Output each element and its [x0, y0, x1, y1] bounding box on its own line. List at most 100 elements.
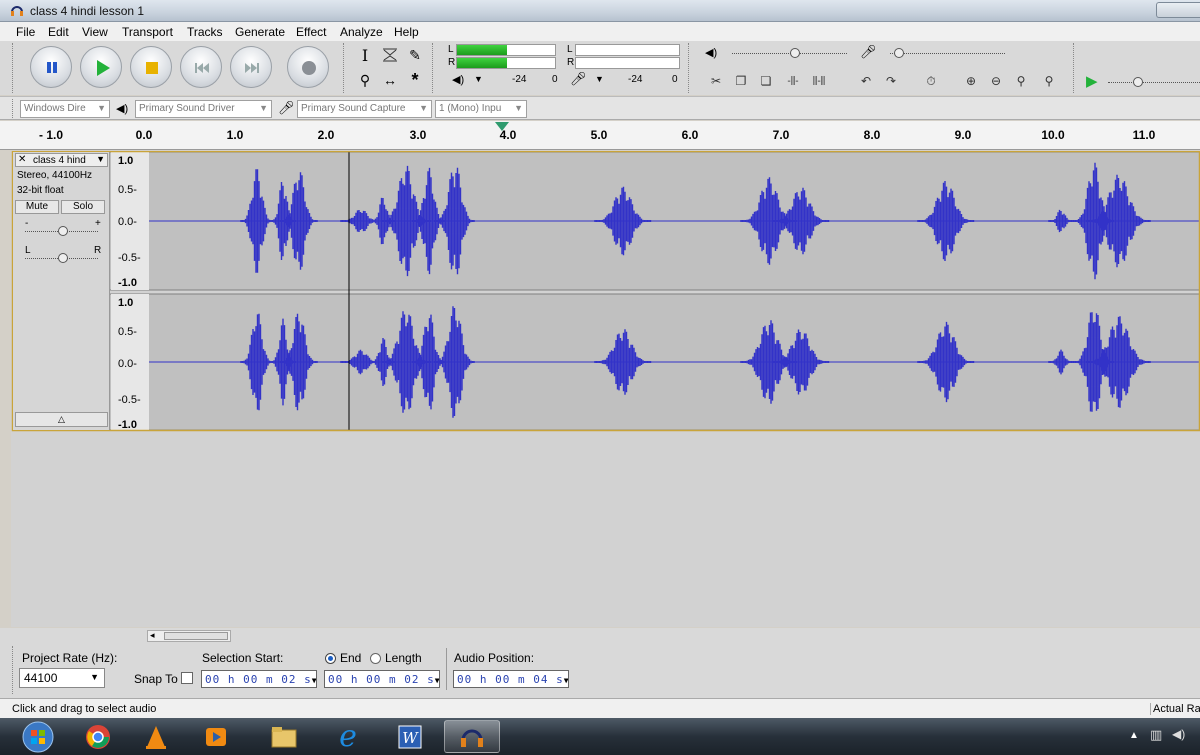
network-icon[interactable]: ▥ — [1150, 727, 1162, 743]
zoom-tool[interactable]: ⚲ — [355, 70, 375, 90]
amplitude-label: 0.0- — [118, 358, 137, 370]
menu-tracks[interactable]: Tracks — [187, 25, 223, 39]
taskbar-vlc[interactable] — [130, 720, 182, 753]
end-radio[interactable] — [325, 653, 336, 664]
menu-transport[interactable]: Transport — [122, 25, 173, 39]
skip-start-button[interactable] — [180, 46, 222, 88]
redo-button[interactable]: ↷ — [880, 71, 902, 91]
selection-start-time[interactable]: 00 h 00 m 02 s▼ — [201, 670, 317, 688]
clock-icon: ⏱ — [926, 73, 936, 88]
play-meter-right-fill — [457, 58, 507, 68]
pan-slider-knob[interactable] — [58, 253, 68, 263]
audio-host-select[interactable]: Windows Dire ▼ — [20, 100, 110, 118]
selection-end-time[interactable]: 00 h 00 m 02 s▼ — [324, 670, 440, 688]
time-shift-tool[interactable]: ↔ — [380, 70, 400, 90]
tray-expand-icon[interactable]: ▲ — [1129, 730, 1139, 741]
menu-help[interactable]: Help — [394, 25, 419, 39]
taskbar-audacity[interactable] — [444, 720, 500, 753]
zoom-in-button[interactable]: ⊕ — [960, 71, 982, 91]
track-name: class 4 hind — [33, 155, 86, 166]
amplitude-label: -0.5- — [118, 252, 141, 264]
audio-position-time[interactable]: 00 h 00 m 04 s▼ — [453, 670, 569, 688]
play-meter-right[interactable] — [456, 57, 556, 69]
selection-tool[interactable]: I — [355, 45, 375, 65]
taskbar-explorer[interactable] — [258, 720, 310, 753]
menu-file[interactable]: File — [16, 25, 35, 39]
amplitude-label: 1.0 — [118, 297, 133, 309]
menu-edit[interactable]: Edit — [48, 25, 69, 39]
taskbar-word[interactable]: W — [384, 720, 436, 753]
mute-button[interactable]: Mute — [15, 200, 59, 214]
silence-button[interactable]: ⫼-⫼ — [808, 71, 830, 91]
toolbar-grip[interactable] — [343, 43, 346, 93]
close-icon[interactable]: ✕ — [18, 154, 26, 165]
output-volume-knob[interactable] — [790, 48, 800, 58]
multi-tool[interactable]: * — [405, 70, 425, 90]
gain-slider-knob[interactable] — [58, 226, 68, 236]
output-device-select[interactable]: Primary Sound Driver ▼ — [135, 100, 272, 118]
taskbar-chrome[interactable] — [72, 720, 124, 753]
solo-button[interactable]: Solo — [61, 200, 105, 214]
play-meter-left[interactable] — [456, 44, 556, 56]
toolbar-grip[interactable] — [12, 99, 15, 118]
collapse-track-button[interactable]: △ — [15, 412, 108, 427]
waveform-view[interactable]: 1.0 0.5- 0.0- -0.5- -1.0 1.0 0.5- 0.0- -0.5- -1.0 — [11, 151, 1200, 627]
input-volume-slider[interactable] — [890, 53, 1005, 54]
tracks-area[interactable]: 1.0 0.5- 0.0- -0.5- -1.0 1.0 0.5- 0.0- -0.5- -1.0 — [11, 151, 1200, 627]
toolbar-grip[interactable] — [12, 43, 15, 93]
toolbar-grip[interactable] — [688, 43, 691, 93]
play-button[interactable] — [80, 46, 122, 88]
copy-button[interactable]: ❐ — [730, 71, 752, 91]
stop-icon — [146, 62, 158, 74]
svg-text:W: W — [402, 729, 419, 747]
record-button[interactable] — [287, 46, 329, 88]
envelope-tool[interactable] — [380, 45, 400, 65]
trim-button[interactable]: -⫼- — [782, 71, 804, 91]
sync-lock-button[interactable]: ⏱ — [920, 71, 942, 91]
play-speed-slider[interactable] — [1108, 82, 1200, 83]
toolbar-grip[interactable] — [12, 646, 15, 694]
scroll-left-icon[interactable]: ◂ — [150, 630, 155, 641]
dropdown-arrow-icon[interactable]: ▼ — [595, 74, 604, 84]
menu-analyze[interactable]: Analyze — [340, 25, 383, 39]
paste-button[interactable]: ❏ — [755, 71, 777, 91]
project-rate-select[interactable]: 44100 ▼ — [19, 668, 105, 688]
input-volume-knob[interactable] — [894, 48, 904, 58]
input-device-select[interactable]: Primary Sound Capture ▼ — [297, 100, 432, 118]
scrollbar-thumb[interactable] — [164, 632, 228, 640]
start-button[interactable] — [10, 720, 66, 753]
minimize-button[interactable] — [1156, 2, 1200, 18]
stop-button[interactable] — [130, 46, 172, 88]
fit-project-button[interactable]: ⚲ — [1038, 71, 1060, 91]
taskbar-media-player[interactable] — [190, 720, 242, 753]
redo-icon: ↷ — [885, 74, 897, 88]
input-channels-select[interactable]: 1 (Mono) Inpu ▼ — [435, 100, 527, 118]
timeline-ruler[interactable]: - 1.0 0.0 1.0 2.0 3.0 4.0 5.0 6.0 7.0 8.… — [0, 121, 1200, 150]
menu-effect[interactable]: Effect — [296, 25, 326, 39]
gain-plus-label: + — [95, 218, 101, 229]
dropdown-arrow-icon[interactable]: ▼ — [474, 74, 483, 84]
fit-selection-button[interactable]: ⚲ — [1010, 71, 1032, 91]
menu-generate[interactable]: Generate — [235, 25, 285, 39]
volume-icon[interactable]: ◀) — [1172, 727, 1185, 741]
rec-meter-right[interactable] — [575, 57, 680, 69]
play-head-marker-icon[interactable] — [495, 122, 509, 132]
taskbar-internet-explorer[interactable]: e — [322, 719, 374, 754]
play-speed-knob[interactable] — [1133, 77, 1143, 87]
horizontal-scrollbar[interactable]: ◂ — [147, 630, 231, 642]
toolbar-grip[interactable] — [432, 43, 435, 93]
snap-to-checkbox[interactable] — [181, 672, 193, 684]
menu-view[interactable]: View — [82, 25, 108, 39]
track-name-menu[interactable]: ✕ class 4 hind ▼ — [15, 153, 108, 167]
play-at-speed-icon[interactable]: ▶ — [1086, 72, 1098, 90]
pause-button[interactable] — [30, 46, 72, 88]
undo-button[interactable]: ↶ — [855, 71, 877, 91]
rec-meter-left[interactable] — [575, 44, 680, 56]
zoom-out-button[interactable]: ⊖ — [985, 71, 1007, 91]
chevron-down-icon: ▼ — [419, 103, 428, 113]
cut-button[interactable]: ✂ — [705, 71, 727, 91]
length-radio[interactable] — [370, 653, 381, 664]
draw-tool[interactable]: ✎ — [405, 45, 425, 65]
toolbar-grip[interactable] — [1073, 43, 1076, 93]
skip-end-button[interactable] — [230, 46, 272, 88]
